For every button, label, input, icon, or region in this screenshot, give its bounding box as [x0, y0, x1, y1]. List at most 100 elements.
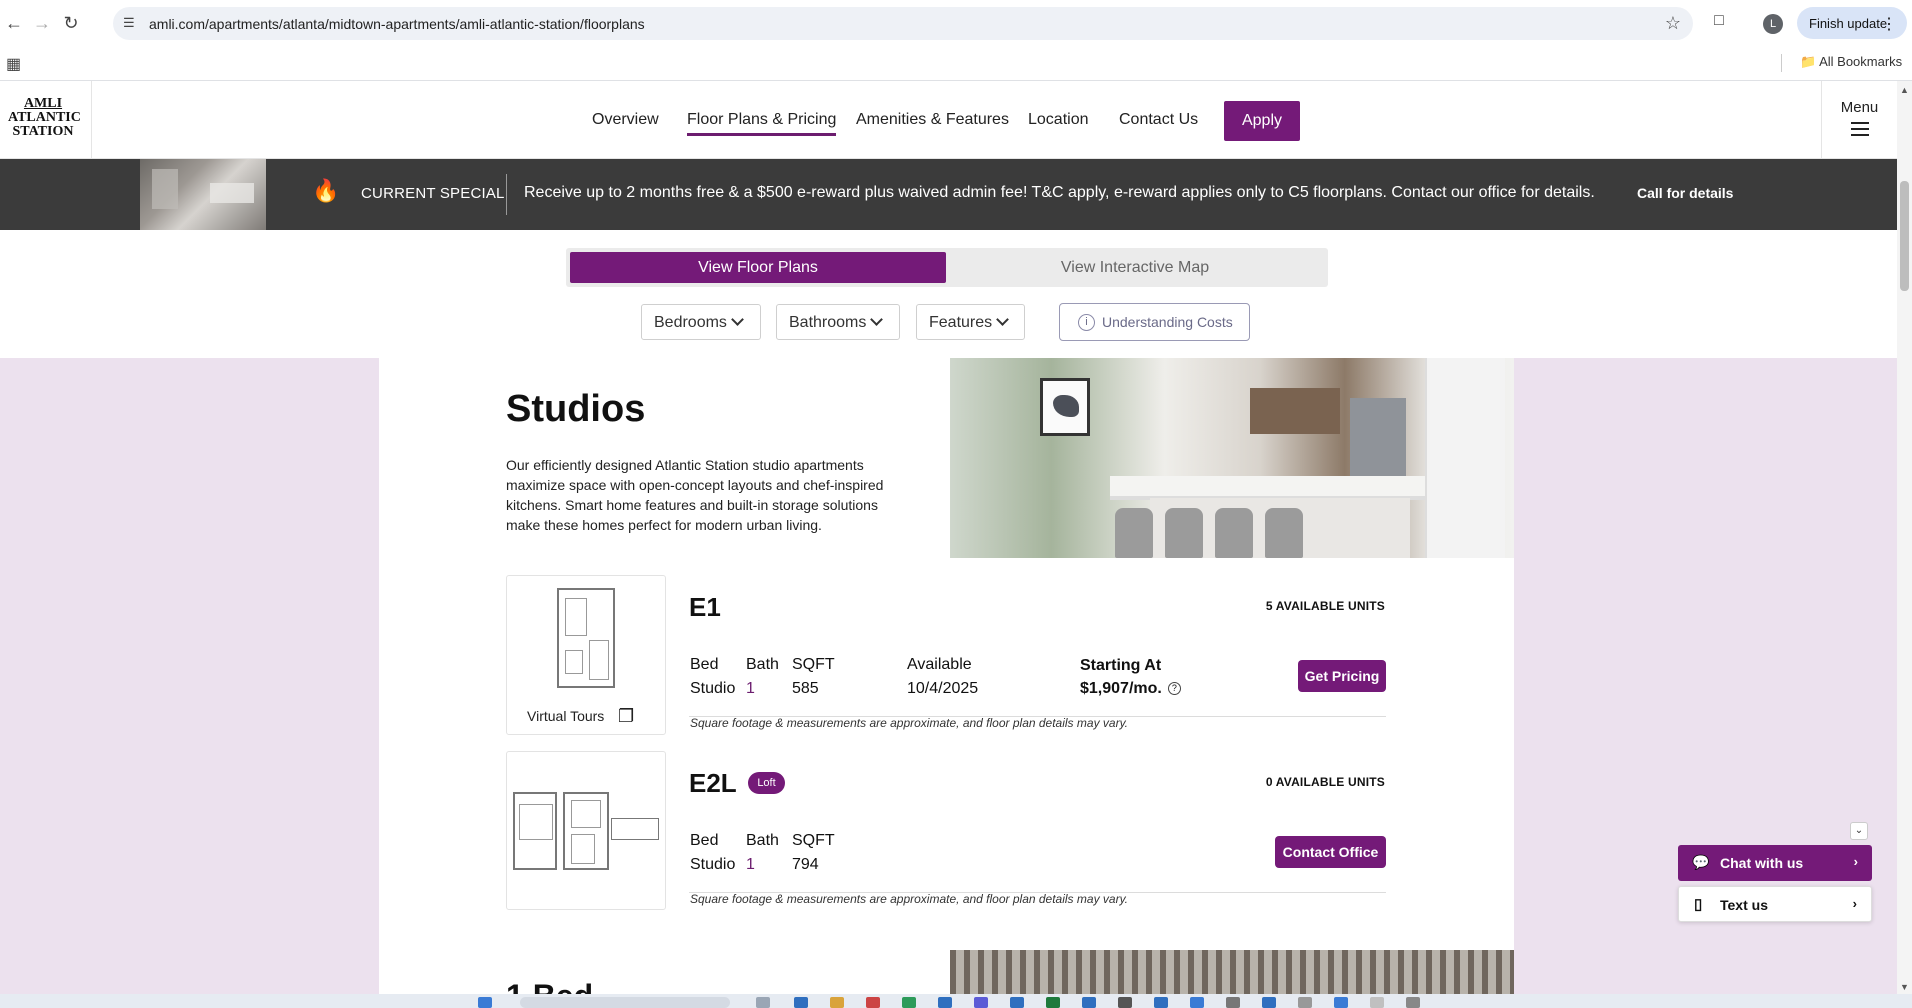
- chevron-right-icon: ›: [1853, 854, 1858, 869]
- profile-avatar[interactable]: L: [1763, 14, 1783, 34]
- chat-with-us-button[interactable]: 💬 Chat with us ›: [1678, 845, 1872, 881]
- section-title: Studios: [506, 388, 646, 430]
- taskbar-app-icon[interactable]: [1298, 997, 1312, 1008]
- virtual-tours-label[interactable]: Virtual Tours: [527, 708, 604, 724]
- back-icon[interactable]: ←: [3, 12, 25, 34]
- taskbar-app-icon[interactable]: [1262, 997, 1276, 1008]
- header-divider: [91, 81, 92, 159]
- special-separator: [506, 174, 507, 215]
- contact-office-button[interactable]: Contact Office: [1275, 836, 1386, 868]
- taskbar-app-icon[interactable]: [1046, 997, 1060, 1008]
- chevron-down-icon: [870, 313, 884, 326]
- taskbar-app-icon[interactable]: [830, 997, 844, 1008]
- bedrooms-filter[interactable]: Bedrooms: [641, 304, 761, 340]
- get-pricing-button[interactable]: Get Pricing: [1298, 660, 1386, 692]
- taskbar-app-icon[interactable]: [866, 997, 880, 1008]
- menu-button[interactable]: Menu: [1822, 99, 1897, 136]
- nav-contact-us[interactable]: Contact Us: [1119, 111, 1198, 129]
- understanding-costs-button[interactable]: i Understanding Costs: [1059, 303, 1250, 341]
- taskbar-app-icon[interactable]: [1082, 997, 1096, 1008]
- taskbar-app-icon[interactable]: [974, 997, 988, 1008]
- bed-value: Studio: [690, 856, 736, 873]
- taskbar-app-icon[interactable]: [1118, 997, 1132, 1008]
- page-scrollbar[interactable]: ▲ ▼: [1897, 81, 1912, 994]
- taskbar-app-icon[interactable]: [1154, 997, 1168, 1008]
- features-filter-label: Features: [929, 314, 993, 331]
- nav-amenities-features[interactable]: Amenities & Features: [856, 111, 1009, 129]
- cube-3d-icon[interactable]: ❐: [618, 706, 638, 726]
- next-section-title: 1 Bed: [506, 978, 593, 994]
- taskbar-app-icon[interactable]: [1010, 997, 1024, 1008]
- floorplan-room: [519, 804, 553, 840]
- floorplan-room: [571, 834, 595, 864]
- floorplan-drawing: [611, 818, 659, 840]
- stool-image: [1115, 508, 1153, 558]
- chat-collapse-icon[interactable]: ⌄: [1850, 822, 1868, 840]
- menu-label: Menu: [1840, 99, 1879, 116]
- chat-bubble-icon: 💬: [1692, 854, 1710, 870]
- finish-update-label: Finish update: [1809, 16, 1888, 31]
- bath-value: 1: [746, 856, 755, 873]
- chevron-right-icon: ›: [1852, 896, 1857, 911]
- floorplan-room: [589, 640, 609, 680]
- all-bookmarks-link[interactable]: 📁 All Bookmarks: [1800, 54, 1902, 70]
- taskbar-app-icon[interactable]: [938, 997, 952, 1008]
- sqft-value: 585: [792, 680, 819, 697]
- view-interactive-map-tab[interactable]: View Interactive Map: [946, 252, 1324, 283]
- nav-overview[interactable]: Overview: [592, 111, 659, 129]
- available-date: 10/4/2025: [907, 680, 979, 697]
- starting-at-label: Starting At: [1080, 657, 1162, 674]
- text-us-label: Text us: [1720, 897, 1768, 913]
- taskbar-app-icon[interactable]: [1190, 997, 1204, 1008]
- scroll-down-icon[interactable]: ▼: [1900, 982, 1909, 992]
- nav-location[interactable]: Location: [1028, 111, 1089, 129]
- view-toggle: View Floor Plans View Interactive Map: [566, 248, 1328, 287]
- cast-icon[interactable]: □: [1708, 12, 1730, 34]
- floorplan-room: [565, 650, 583, 674]
- amli-logo[interactable]: AMLI ATLANTIC STATION: [8, 97, 81, 139]
- taskbar-app-icon[interactable]: [902, 997, 916, 1008]
- floorplan-drawing: [513, 792, 557, 870]
- nav-floor-plans-pricing[interactable]: Floor Plans & Pricing: [687, 111, 837, 136]
- question-icon[interactable]: ?: [1167, 682, 1181, 695]
- bedrooms-filter-label: Bedrooms: [654, 314, 727, 331]
- taskbar-app-icon[interactable]: [1226, 997, 1240, 1008]
- sqft-value: 794: [792, 856, 819, 873]
- scroll-up-icon[interactable]: ▲: [1900, 85, 1909, 95]
- forward-icon[interactable]: →: [31, 12, 53, 34]
- sqft-label: SQFT: [792, 656, 835, 673]
- floorplan-thumbnail[interactable]: Virtual Tours ❐: [506, 575, 666, 735]
- apply-button[interactable]: Apply: [1224, 101, 1300, 141]
- bathrooms-filter-label: Bathrooms: [789, 314, 867, 331]
- taskbar-search-box[interactable]: [520, 997, 730, 1008]
- taskbar-app-icon[interactable]: [478, 997, 492, 1008]
- stool-image: [1165, 508, 1203, 558]
- scrollbar-thumb[interactable]: [1900, 181, 1909, 291]
- reload-icon[interactable]: ↻: [60, 12, 82, 34]
- view-floor-plans-tab[interactable]: View Floor Plans: [570, 252, 946, 283]
- bath-label: Bath: [746, 832, 779, 849]
- features-filter[interactable]: Features: [916, 304, 1025, 340]
- bathrooms-filter[interactable]: Bathrooms: [776, 304, 900, 340]
- floorplan-drawing: [563, 792, 609, 870]
- taskbar-app-icon[interactable]: [756, 997, 770, 1008]
- url-text[interactable]: amli.com/apartments/atlanta/midtown-apar…: [149, 16, 645, 32]
- address-bar[interactable]: ☰ amli.com/apartments/atlanta/midtown-ap…: [113, 7, 1693, 40]
- bookmark-star-icon[interactable]: ☆: [1665, 13, 1681, 34]
- taskbar-app-icon[interactable]: [1406, 997, 1420, 1008]
- apps-grid-icon[interactable]: ▦: [6, 54, 21, 74]
- counter-image: [1110, 476, 1430, 500]
- taskbar-app-icon[interactable]: [1334, 997, 1348, 1008]
- floorplan-thumbnail[interactable]: [506, 751, 666, 910]
- finish-update-button[interactable]: Finish update ⋮: [1797, 7, 1907, 39]
- browser-toolbar: ← → ↻ ☰ amli.com/apartments/atlanta/midt…: [0, 0, 1912, 46]
- sqft-label: SQFT: [792, 832, 835, 849]
- stool-image: [1215, 508, 1253, 558]
- taskbar-app-icon[interactable]: [1370, 997, 1384, 1008]
- wall-art-image: [1040, 378, 1090, 436]
- call-for-details-link[interactable]: Call for details: [1637, 185, 1733, 201]
- taskbar-app-icon[interactable]: [794, 997, 808, 1008]
- floorplan-name: E2L: [689, 768, 737, 798]
- site-info-icon[interactable]: ☰: [123, 15, 139, 31]
- text-us-button[interactable]: ▯ Text us ›: [1678, 886, 1872, 922]
